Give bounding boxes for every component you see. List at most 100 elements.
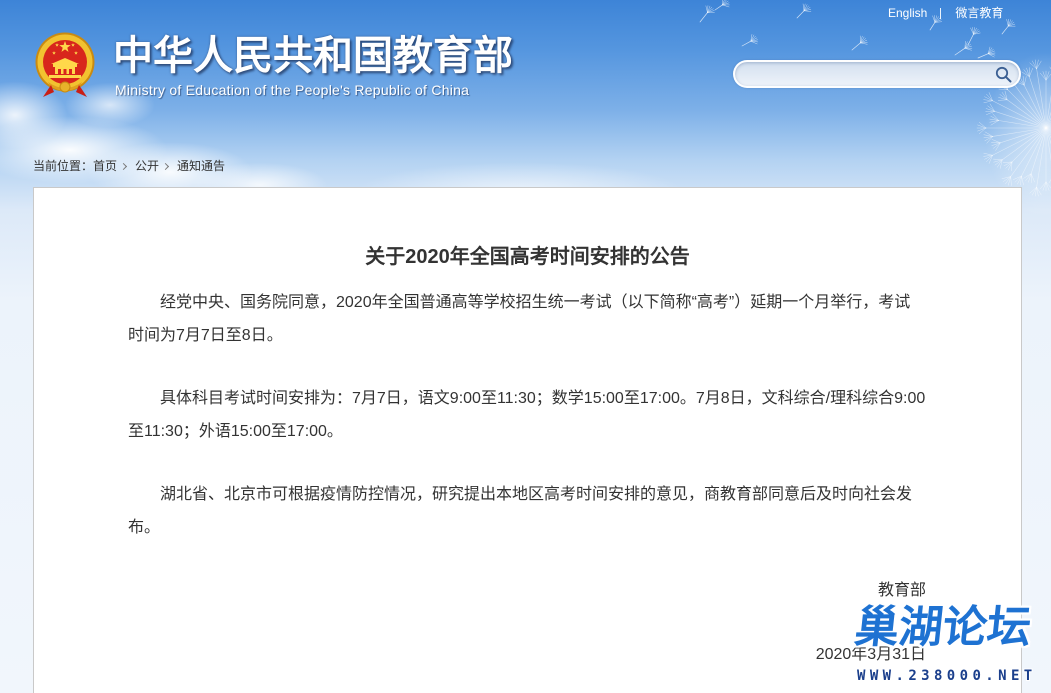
floating-seed-stem [741,40,752,47]
floating-seed-tuft [973,27,977,35]
dandelion-seed-tuft [1012,175,1022,180]
weiyan-jiaoyu-link[interactable]: 微言教育 [955,4,1003,22]
dandelion-seed-tuft [1039,181,1047,190]
floating-seed-tuft [1007,19,1012,27]
dandelion-seed-tuft [1021,175,1024,186]
dandelion-seed-tuft [985,108,995,112]
dandelion-seed-tuft [1023,76,1027,86]
article-title: 关于2020年全国高考时间安排的公告 [365,246,690,268]
english-link[interactable]: English [888,4,927,22]
dandelion-seed-tuft [983,154,993,157]
floating-seed-tuft [722,0,725,6]
floating-seed-tuft [860,35,863,44]
dandelion-seed-tuft [983,152,993,156]
national-emblem-icon[interactable] [34,32,96,98]
dandelion-seed-tuft [1036,59,1039,69]
dandelion-seed-stem [1036,127,1047,188]
dandelion-seed-tuft [989,103,995,112]
dandelion-seed-tuft [1021,71,1030,77]
dandelion-seed-tuft [1004,90,1008,101]
floating-seed-tuft [803,10,812,12]
breadcrumb-public[interactable]: 公开 [135,158,159,174]
breadcrumb: 当前位置： 首页 公开 通知通告 [33,158,225,174]
chevron-right-icon [119,162,128,170]
dandelion-seed-stem [1045,127,1051,131]
search-icon[interactable] [995,66,1012,83]
dandelion-seed-stem [1045,127,1051,134]
dandelion-seed-tuft [991,139,1001,144]
floating-seed-tuft [750,34,755,42]
dandelion-seed-tuft [1005,161,1013,169]
floating-seed-stem [967,33,974,46]
floating-seed-tuft [705,5,708,13]
dandelion-seed-tuft [1029,187,1037,194]
dandelion-seed-tuft [1002,161,1013,163]
dandelion-seed-tuft [993,142,1001,149]
floating-seed-stem [796,10,805,19]
floating-seed-tuft [987,50,995,54]
floating-seed-tuft [860,39,868,44]
dandelion-seed-tuft [983,99,993,102]
floating-seed-stem [1001,25,1009,35]
dandelion-seed-tuft [1011,161,1013,172]
dandelion-seed-tuft [984,96,993,102]
search-input[interactable] [747,64,987,84]
floating-seed-tuft [1007,21,1015,27]
floating-seed-tuft [964,41,968,49]
site-title[interactable]: 中华人民共和国教育部 [113,32,513,80]
watermark-logo-text: 巢湖论坛 [852,603,1034,652]
dandelion-seed-tuft [1031,187,1037,196]
floating-seed-tuft [750,37,758,42]
article-signature: 教育部 [877,582,926,599]
dandelion-seed-tuft [1036,187,1039,197]
dandelion-seed-tuft [990,120,999,126]
dandelion-seed-tuft [1045,71,1050,81]
dandelion-seed-stem [1029,76,1047,129]
floating-seed-tuft [987,47,993,54]
floating-seed-tuft [722,4,730,8]
floating-seed-tuft [987,48,994,54]
floating-seed-tuft [803,5,810,12]
floating-seed-tuft [707,5,711,13]
dandelion-seed-tuft [989,118,999,121]
floating-seed-tuft [707,8,714,13]
floating-seed-tuft [803,3,806,12]
dandelion-seed-stem [1045,127,1051,130]
dandelion-seed-tuft [991,142,1001,146]
dandelion-seed-tuft [998,88,1009,91]
dandelion-seed-tuft [984,131,993,137]
breadcrumb-label: 当前位置： [33,159,94,173]
dandelion-seed-stem [1045,126,1051,129]
dandelion-seed-tuft [1031,60,1037,69]
dandelion-seed-tuft [1019,76,1025,86]
floating-seed-tuft [802,3,805,12]
dandelion-seed-tuft [1003,161,1013,166]
dandelion-seed-tuft [1001,92,1008,101]
dandelion-seed-tuft [998,97,1008,101]
floating-seed-tuft [750,35,756,42]
floating-seed-tuft [750,34,753,42]
top-links-divider [940,7,942,19]
floating-seed-tuft [964,44,971,49]
dandelion-seed-stem [1002,127,1047,161]
article-paragraph: 具体科目考试时间安排为：7月7日，语文9:00至11:30；数学15:00至17… [128,390,926,440]
dandelion-seed-tuft [986,111,995,115]
floating-seed-tuft [964,42,970,49]
dandelion-seed-tuft [988,154,993,164]
dandelion-seed-tuft [1023,69,1030,77]
dandelion-seed-tuft [989,120,999,123]
floating-seed-tuft [860,36,865,44]
dandelion-seed-tuft [997,99,1008,101]
top-links: English 微言教育 [888,4,1003,22]
dandelion-seed-stem [1045,127,1051,136]
breadcrumb-home[interactable]: 首页 [93,158,117,174]
dandelion-seed-tuft [988,92,993,102]
dandelion-seed-tuft [977,124,987,129]
dandelion-seed-tuft [999,159,1003,169]
dandelion-seed-tuft [1008,176,1011,186]
dandelion-seed-stem [992,127,1047,156]
dandelion-seed-stem [1045,120,1051,129]
floating-seed-tuft [987,46,991,54]
breadcrumb-notices[interactable]: 通知通告 [177,158,225,174]
floating-seed-tuft [707,10,715,13]
